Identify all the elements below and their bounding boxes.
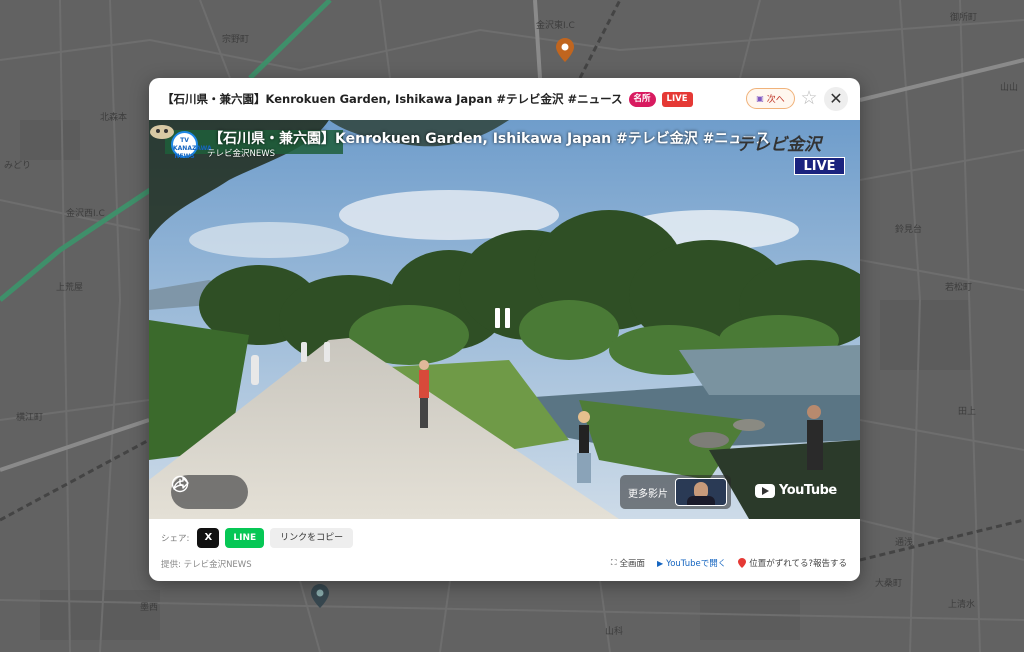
map-label: 上荒屋: [56, 283, 84, 293]
youtube-logo[interactable]: YouTube: [755, 483, 837, 498]
close-button[interactable]: ✕: [824, 87, 848, 111]
map-label: 山科: [605, 627, 624, 637]
video-player[interactable]: TV KANAZAWA NEWS 【石川県・兼六園】Kenrokuen Gard…: [149, 120, 860, 519]
share-line-button[interactable]: LINE: [225, 528, 265, 548]
copy-link-button[interactable]: リンクをコピー: [270, 528, 354, 548]
next-button-label: 次へ: [766, 95, 785, 105]
fullscreen-icon: ⛶: [610, 558, 617, 567]
share-label: シェア:: [161, 534, 190, 544]
report-location-label: 位置がずれてる?報告する: [749, 559, 847, 569]
map-pin-icon[interactable]: [556, 38, 574, 62]
map-label: 鈴見台: [895, 225, 923, 235]
map-label: 通浅: [895, 538, 914, 548]
video-live-badge: LIVE: [794, 157, 845, 175]
footer-actions: ⛶ 全画面 ▶ YouTubeで開く 位置がずれてる?報告する: [611, 557, 847, 569]
category-badge: 名所: [628, 91, 656, 107]
map-label: 宗野町: [222, 35, 250, 45]
provider-credit: 提供: テレビ金沢NEWS: [161, 560, 252, 570]
map-label: 金沢西I.C: [66, 209, 105, 219]
video-channel-name: テレビ金沢NEWS: [207, 149, 276, 159]
map-label: 上清水: [948, 600, 976, 610]
map-label: 御所町: [950, 13, 978, 23]
map-pin-icon[interactable]: [311, 584, 329, 608]
channel-logo-icon: TV KANAZAWA NEWS: [171, 131, 212, 160]
video-controls: [171, 475, 248, 509]
video-title: 【石川県・兼六園】Kenrokuen Garden, Ishikawa Japa…: [209, 131, 770, 147]
open-youtube-link[interactable]: ▶ YouTubeで開く: [657, 557, 727, 570]
more-videos-button[interactable]: 更多影片: [620, 475, 731, 509]
youtube-play-icon: [755, 483, 775, 498]
more-videos-thumbnail: [675, 478, 727, 506]
map-label: 金沢東I.C: [536, 21, 575, 31]
map-label: みどり: [4, 161, 32, 171]
live-badge: LIVE: [661, 91, 693, 107]
map-label: 若松町: [945, 283, 973, 293]
webcam-modal: 【石川県・兼六園】Kenrokuen Garden, Ishikawa Japa…: [149, 78, 860, 581]
station-logo: テレビ金沢: [736, 135, 821, 155]
map-label: 大桑町: [875, 579, 903, 589]
next-button[interactable]: ▣ 次へ: [746, 88, 795, 109]
play-icon: ▶: [657, 558, 664, 568]
clock-icon[interactable]: [171, 475, 189, 493]
fullscreen-button[interactable]: ⛶ 全画面: [611, 557, 645, 569]
favorite-star-icon[interactable]: ☆: [798, 87, 820, 109]
share-x-button[interactable]: X: [197, 528, 220, 548]
modal-title: 【石川県・兼六園】Kenrokuen Garden, Ishikawa Japa…: [162, 92, 623, 106]
pin-icon: [738, 558, 747, 568]
map-label: 北森本: [100, 113, 128, 123]
map-label: 横江町: [16, 413, 44, 423]
open-youtube-label: YouTubeで開く: [666, 559, 727, 569]
share-row: シェア: X LINE リンクをコピー: [161, 528, 354, 548]
youtube-label: YouTube: [779, 483, 837, 498]
map-label: 墨西: [140, 603, 159, 613]
dice-icon: ▣: [756, 94, 764, 103]
station-mascot-icon: [150, 125, 174, 139]
pause-icon[interactable]: [495, 308, 513, 328]
map-label: 田上: [958, 407, 977, 417]
map-label: 山山: [1000, 83, 1019, 93]
more-videos-label: 更多影片: [628, 489, 668, 500]
report-location-link[interactable]: 位置がずれてる?報告する: [738, 557, 847, 569]
fullscreen-label: 全画面: [619, 559, 645, 569]
